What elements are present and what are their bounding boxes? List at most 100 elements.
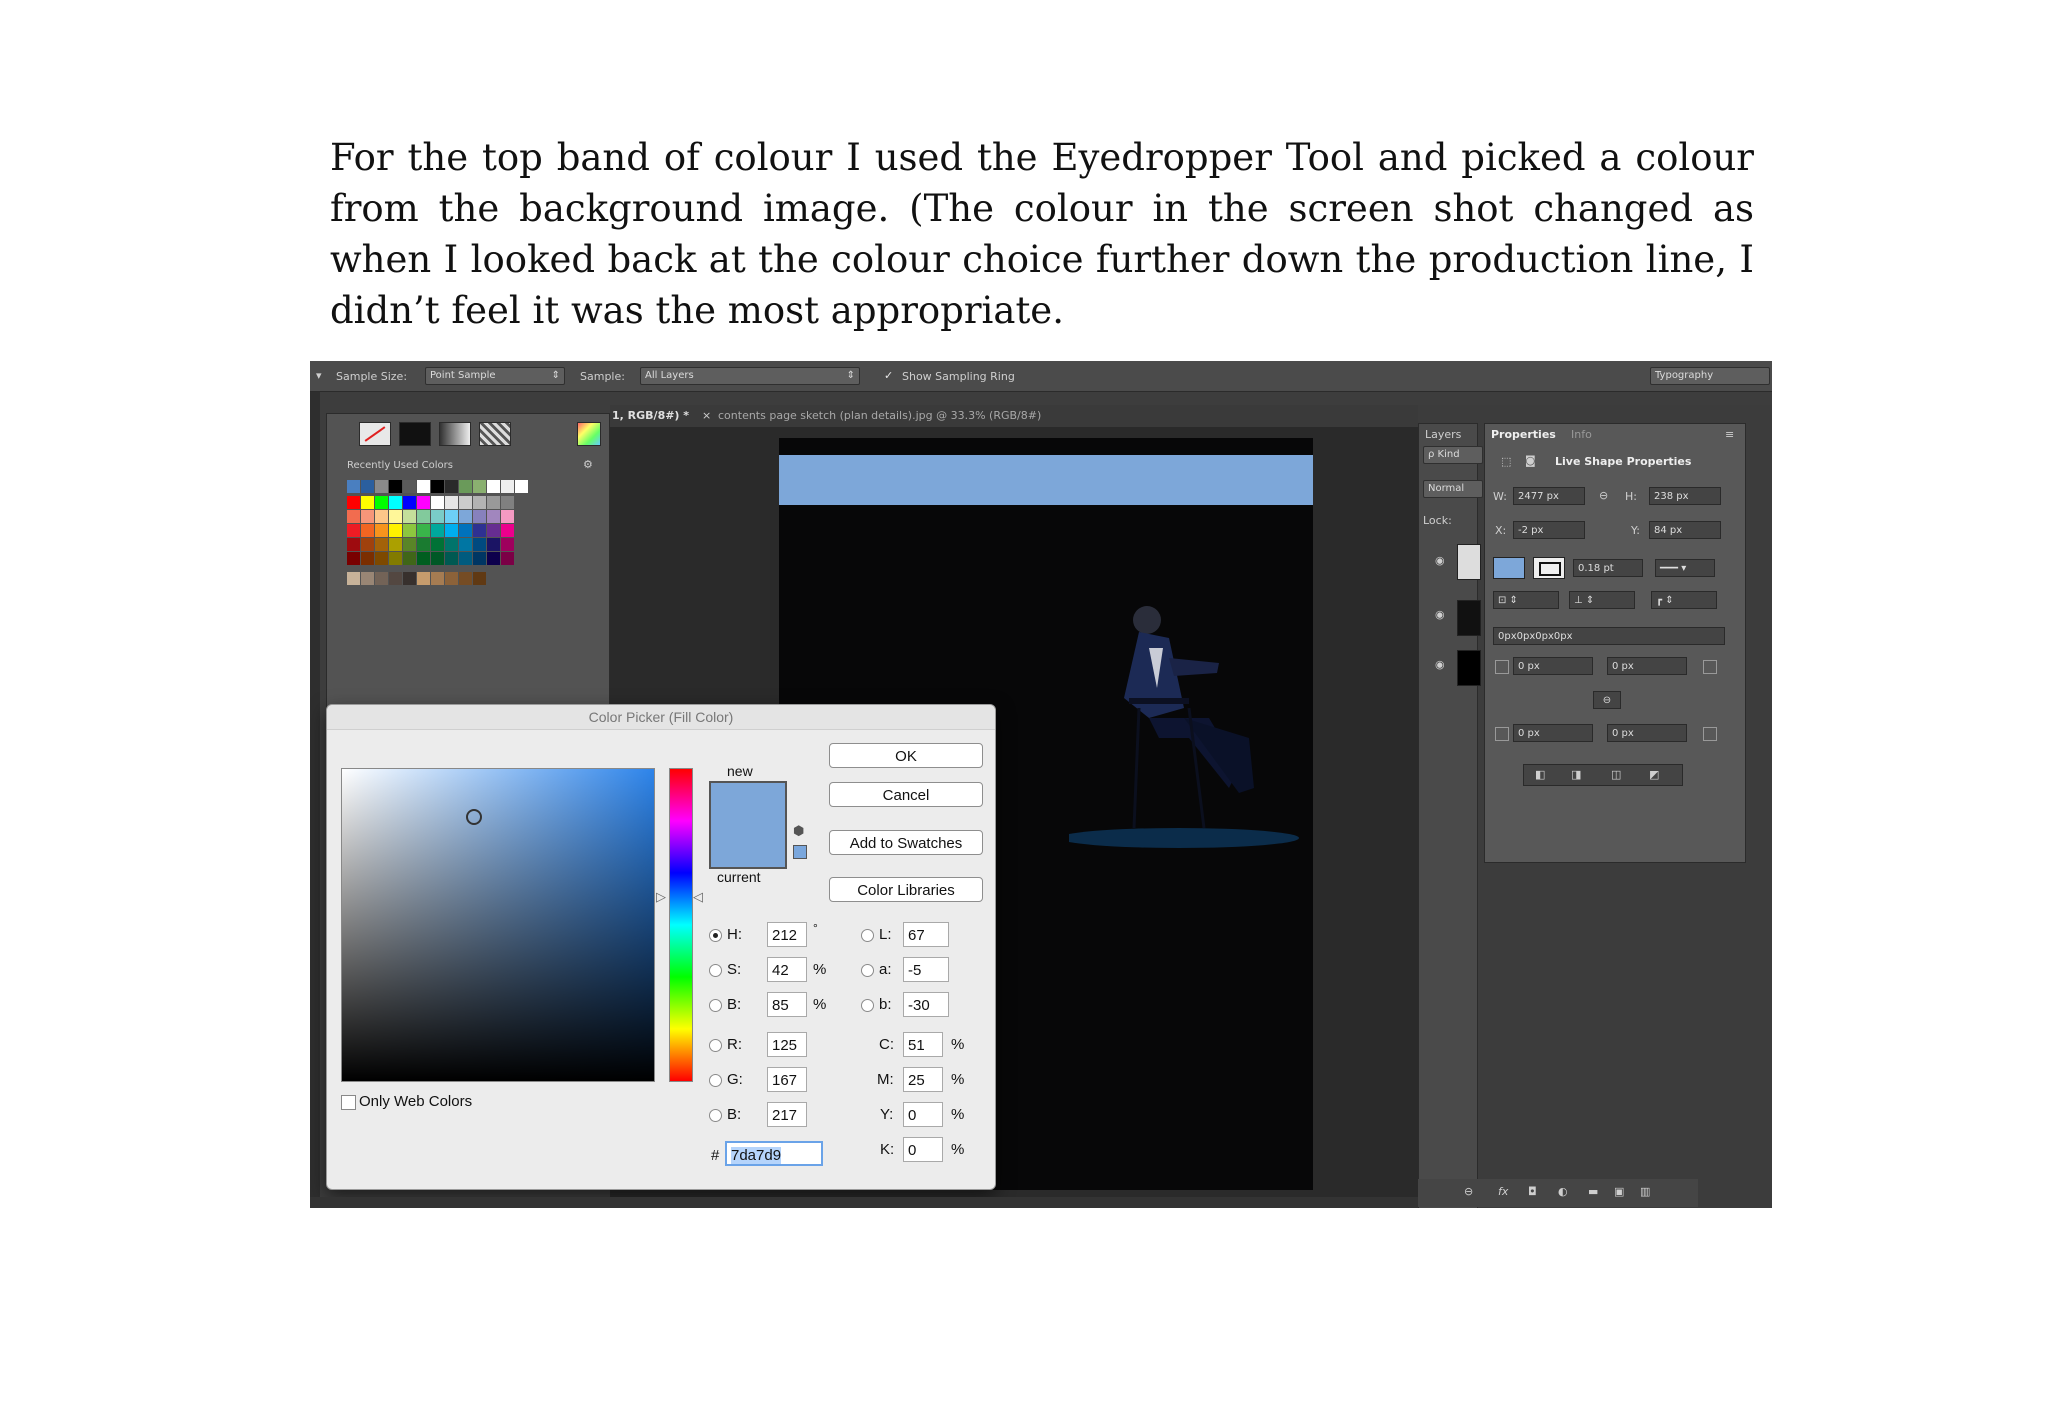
pattern-icon[interactable] [479,422,511,446]
workspace-select[interactable]: Typography [1650,367,1770,385]
tab-active-document[interactable]: 1, RGB/8#) * [612,409,689,422]
menu-arrow-icon[interactable]: ▾ [316,369,322,382]
hex-field[interactable]: 7da7d9 [725,1141,823,1166]
hue-slider-left-arrow-icon[interactable]: ▷ [656,889,666,905]
red-field[interactable]: 125 [767,1032,807,1057]
color-swatch[interactable] [431,572,444,585]
brightness-field[interactable]: 85 [767,992,807,1017]
color-swatch[interactable] [445,496,458,509]
color-swatch[interactable] [445,480,458,493]
color-swatch[interactable] [375,572,388,585]
x-field[interactable]: -2 px [1513,521,1585,539]
color-swatch[interactable] [431,510,444,523]
color-swatch[interactable] [431,552,444,565]
corner-br-field[interactable]: 0 px [1607,724,1687,742]
color-swatch[interactable] [389,524,402,537]
color-swatch[interactable] [459,480,472,493]
color-swatch[interactable] [459,524,472,537]
blend-mode-select[interactable]: Normal [1423,480,1483,498]
radio-b[interactable] [861,999,874,1012]
color-swatch[interactable] [501,538,514,551]
b-field[interactable]: -30 [903,992,949,1017]
color-swatch[interactable] [445,524,458,537]
radio-blue[interactable] [709,1109,722,1122]
tab-properties[interactable]: Properties [1491,428,1556,441]
only-web-colors-checkbox[interactable] [341,1095,356,1110]
gradient-icon[interactable] [439,422,471,446]
color-swatch[interactable] [375,538,388,551]
saturation-field[interactable]: 42 [767,957,807,982]
fx-icon[interactable]: fx [1498,1185,1508,1198]
color-swatch[interactable] [417,496,430,509]
color-swatch[interactable] [473,524,486,537]
no-fill-icon[interactable] [359,422,391,446]
black-field[interactable]: 0 [903,1137,943,1162]
color-swatch[interactable] [347,496,360,509]
color-swatch[interactable] [403,480,416,493]
color-swatch[interactable] [417,538,430,551]
checkbox-checked-icon[interactable]: ✓ [884,369,893,382]
layer-filter-kind[interactable]: ρ Kind [1423,446,1483,464]
color-swatch[interactable] [473,510,486,523]
ok-button[interactable]: OK [829,743,983,768]
color-swatch[interactable] [501,524,514,537]
color-swatch[interactable] [389,480,402,493]
color-swatch[interactable] [501,496,514,509]
width-field[interactable]: 2477 px [1513,487,1585,505]
corner-tl-field[interactable]: 0 px [1513,657,1593,675]
color-swatch[interactable] [403,552,416,565]
a-field[interactable]: -5 [903,957,949,982]
link-icon[interactable]: ⊖ [1599,489,1608,502]
color-swatch[interactable] [487,496,500,509]
color-swatch[interactable] [347,572,360,585]
link-icon[interactable]: ⊖ [1464,1185,1473,1198]
intersect-shape-icon[interactable]: ◫ [1611,768,1621,781]
color-swatch[interactable] [431,480,444,493]
color-swatch[interactable] [459,496,472,509]
color-swatch[interactable] [403,538,416,551]
corner-bl-field[interactable]: 0 px [1513,724,1593,742]
color-picker-icon[interactable] [577,422,601,446]
color-swatch[interactable] [487,538,500,551]
color-swatch[interactable] [375,480,388,493]
caps-select[interactable]: ⊥ ⇕ [1569,591,1635,609]
web-safe-icon[interactable] [793,845,807,859]
align-select[interactable]: ⊡ ⇕ [1493,591,1559,609]
color-swatch[interactable] [487,524,500,537]
color-swatch[interactable] [459,538,472,551]
radio-hue[interactable] [709,929,722,942]
color-swatch[interactable] [501,510,514,523]
color-swatch[interactable] [473,480,486,493]
exclude-shape-icon[interactable]: ◩ [1649,768,1659,781]
radio-green[interactable] [709,1074,722,1087]
color-swatch[interactable] [347,510,360,523]
blue-field[interactable]: 217 [767,1102,807,1127]
color-swatch[interactable] [459,552,472,565]
color-swatch[interactable] [361,538,374,551]
color-swatch[interactable] [431,496,444,509]
corner-tr-field[interactable]: 0 px [1607,657,1687,675]
green-field[interactable]: 167 [767,1067,807,1092]
mask-icon[interactable]: ◘ [1528,1185,1537,1198]
tab-info[interactable]: Info [1571,428,1592,441]
color-swatch[interactable] [515,480,528,493]
layer-thumbnail[interactable] [1457,650,1481,686]
color-swatch[interactable] [403,510,416,523]
radio-lightness[interactable] [861,929,874,942]
new-layer-icon[interactable]: ▣ [1614,1185,1624,1198]
color-swatch[interactable] [389,510,402,523]
color-swatch[interactable] [431,538,444,551]
add-to-swatches-button[interactable]: Add to Swatches [829,830,983,855]
color-swatch[interactable] [459,572,472,585]
color-swatch[interactable] [417,552,430,565]
radio-red[interactable] [709,1039,722,1052]
color-swatch[interactable] [473,572,486,585]
lightness-field[interactable]: 67 [903,922,949,947]
eye-icon[interactable]: ◉ [1435,554,1445,567]
sample-select[interactable]: All Layers ⇕ [640,367,860,385]
radio-saturation[interactable] [709,964,722,977]
color-swatch[interactable] [417,480,430,493]
color-swatch[interactable] [501,552,514,565]
color-swatch[interactable] [459,510,472,523]
color-swatch[interactable] [389,538,402,551]
